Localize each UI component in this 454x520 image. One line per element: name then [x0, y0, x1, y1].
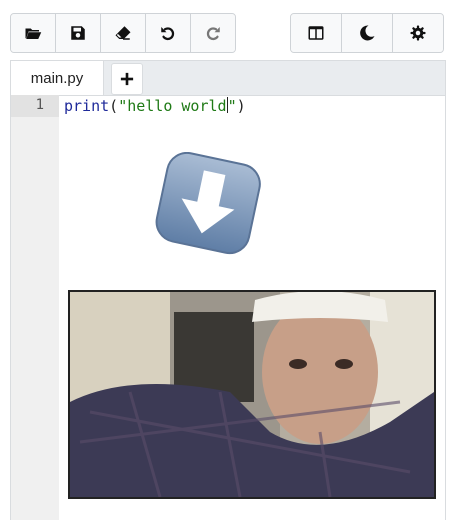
settings-gear-icon: [410, 25, 426, 41]
code-function: print: [64, 97, 110, 115]
toolbar: [10, 13, 444, 53]
dark-mode-button[interactable]: [342, 14, 393, 52]
code-paren-close: ): [236, 97, 246, 115]
code-paren-open: (: [109, 97, 119, 115]
folder-open-icon: [25, 28, 42, 39]
tab-main-py[interactable]: main.py: [11, 61, 104, 95]
code-editor-line[interactable]: print("hello world"): [64, 97, 246, 115]
save-icon: [71, 26, 85, 40]
download-arrow-icon: [155, 152, 261, 255]
undo-button[interactable]: [146, 14, 191, 52]
settings-button[interactable]: [393, 14, 443, 52]
dark-mode-moon-icon: [360, 25, 375, 41]
line-gutter: 1: [11, 95, 59, 520]
open-file-button[interactable]: [11, 14, 56, 52]
code-string: "hello world: [118, 97, 227, 115]
clear-button[interactable]: [101, 14, 146, 52]
eraser-icon: [115, 26, 131, 40]
view-actions-group: [290, 13, 444, 53]
redo-button[interactable]: [191, 14, 235, 52]
split-view-button[interactable]: [291, 14, 342, 52]
file-tab-bar: main.py: [11, 60, 445, 96]
add-tab-button[interactable]: [111, 63, 143, 95]
webcam-video[interactable]: [68, 290, 436, 499]
redo-icon: [206, 27, 220, 41]
plus-icon: [120, 72, 134, 86]
code-string-end: ": [227, 97, 237, 115]
save-button[interactable]: [56, 14, 101, 52]
editor-panel: main.py 1 print("hello world"): [10, 60, 446, 520]
file-actions-group: [10, 13, 236, 53]
undo-icon: [161, 27, 175, 41]
line-number: 1: [35, 97, 44, 113]
split-view-icon: [308, 26, 324, 40]
